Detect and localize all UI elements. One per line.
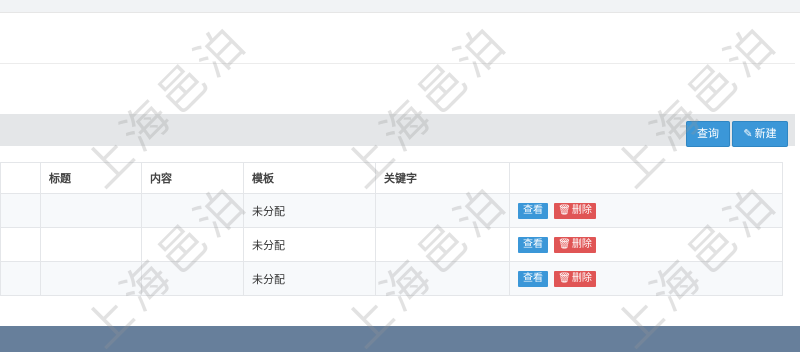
cell-content <box>141 261 244 296</box>
cell-keyword <box>375 261 510 296</box>
trash-icon: 🗑 <box>558 238 571 250</box>
top-strip <box>0 0 800 13</box>
column-header-content[interactable]: 内容 <box>141 162 244 194</box>
new-button-label: 新建 <box>754 127 777 140</box>
pencil-icon: ✎ <box>743 127 753 140</box>
column-header-keyword[interactable]: 关键字 <box>375 162 510 194</box>
delete-button[interactable]: 🗑删除 <box>554 270 596 287</box>
cell-template: 未分配 <box>243 227 376 262</box>
table-row: 未分配 查看 🗑删除 <box>0 227 783 262</box>
trash-icon: 🗑 <box>558 272 571 284</box>
cell-template: 未分配 <box>243 193 376 228</box>
table-row: 未分配 查看 🗑删除 <box>0 261 783 296</box>
table-row: 未分配 查看 🗑删除 <box>0 193 783 228</box>
data-table: 标题 内容 模板 关键字 未分配 查看 🗑删除 未分配 查看 🗑删除 未分配 查… <box>0 162 783 296</box>
new-button[interactable]: ✎ 新建 <box>732 121 788 147</box>
delete-button[interactable]: 🗑删除 <box>554 236 596 253</box>
cell-template: 未分配 <box>243 261 376 296</box>
trash-icon: 🗑 <box>558 204 571 216</box>
cell-keyword <box>375 193 510 228</box>
cell-actions: 查看 🗑删除 <box>509 227 783 262</box>
column-header-template[interactable]: 模板 <box>243 162 376 194</box>
cell-content <box>141 227 244 262</box>
cell-title <box>40 193 142 228</box>
delete-button[interactable]: 🗑删除 <box>554 202 596 219</box>
cell-keyword <box>375 227 510 262</box>
action-toolbar <box>0 114 795 146</box>
cell-actions: 查看 🗑删除 <box>509 261 783 296</box>
cell-index <box>0 227 41 262</box>
search-button[interactable]: 查询 <box>686 121 730 147</box>
delete-button-label: 删除 <box>571 204 592 216</box>
table-header-row: 标题 内容 模板 关键字 <box>0 162 783 194</box>
cell-title <box>40 261 142 296</box>
cell-index <box>0 261 41 296</box>
cell-index <box>0 193 41 228</box>
spacer-area <box>0 64 795 112</box>
view-button[interactable]: 查看 <box>518 236 548 253</box>
delete-button-label: 删除 <box>571 238 592 250</box>
cell-title <box>40 227 142 262</box>
column-header-title[interactable]: 标题 <box>40 162 142 194</box>
view-button[interactable]: 查看 <box>518 202 548 219</box>
column-header-actions <box>509 162 783 194</box>
footer-bar <box>0 326 800 352</box>
view-button[interactable]: 查看 <box>518 270 548 287</box>
separator <box>0 148 795 162</box>
cell-actions: 查看 🗑删除 <box>509 193 783 228</box>
delete-button-label: 删除 <box>571 272 592 284</box>
form-area <box>0 13 795 64</box>
cell-content <box>141 193 244 228</box>
column-header-index <box>0 162 41 194</box>
